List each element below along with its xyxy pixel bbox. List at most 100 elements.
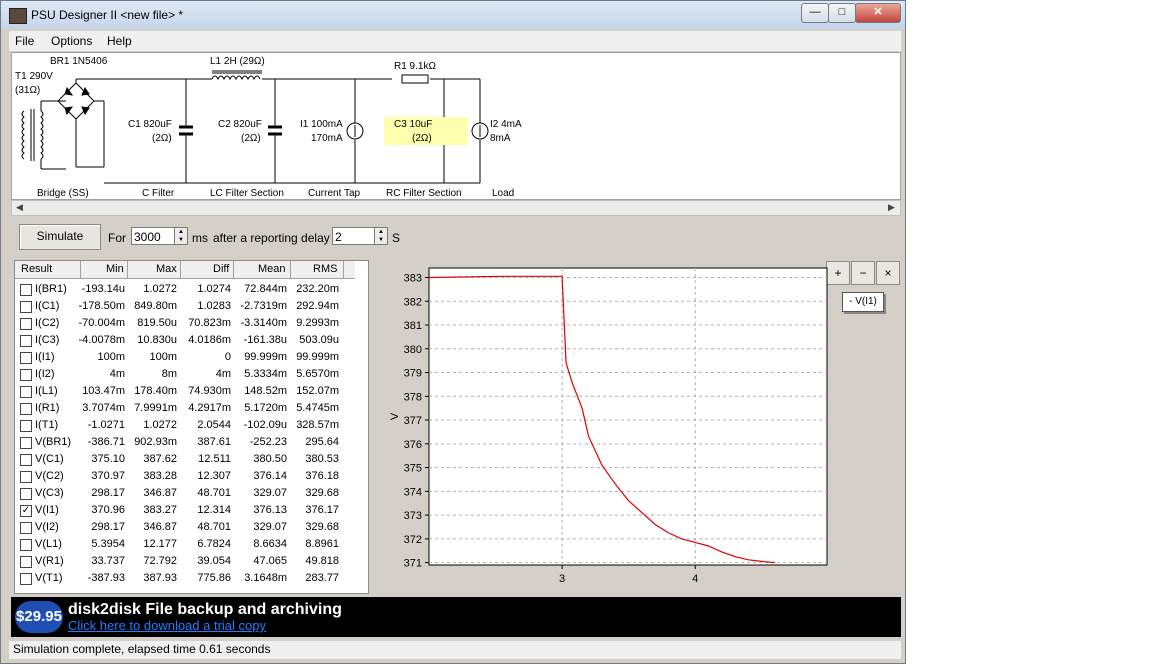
table-row[interactable]: I(T1) -1.0271 1.0272 2.0544 -102.09u 328.57m (15, 417, 355, 434)
y-tick-label: 376 (404, 439, 422, 451)
cell-min: 103.47m (82, 385, 125, 397)
app-icon (9, 8, 27, 24)
cell-mean: 329.07 (253, 521, 287, 533)
result-checkbox[interactable] (20, 488, 32, 500)
cell-max: 7.9991m (134, 402, 177, 414)
cell-rms: 9.2993m (296, 317, 339, 329)
table-row[interactable]: V(I2) 298.17 346.87 48.701 329.07 329.68 (15, 519, 355, 536)
menu-file[interactable]: File (15, 34, 34, 48)
cell-min: -387.93 (87, 572, 125, 584)
result-checkbox[interactable] (20, 335, 32, 347)
result-checkbox[interactable] (20, 301, 32, 313)
result-checkbox[interactable] (20, 403, 32, 415)
result-checkbox[interactable] (20, 522, 32, 534)
y-tick-label: 372 (404, 534, 422, 546)
result-checkbox[interactable] (20, 556, 32, 568)
result-checkbox[interactable] (20, 437, 32, 449)
table-row[interactable]: I(I1) 100m 100m 0 99.999m 99.999m (15, 349, 355, 366)
result-name: V(BR1) (35, 436, 72, 448)
voltage-chart[interactable]: 371 372 373 374 375 376 377 378 379 380 381 382 383 3… (372, 260, 842, 594)
i2-label: I2 4mA (490, 119, 522, 130)
table-row[interactable]: I(L1) 103.47m 178.40m 74.930m 148.52m 152.07m (15, 383, 355, 400)
table-row[interactable]: I(BR1) -193.14u 1.0272 1.0274 72.844m 232.20m (15, 281, 355, 298)
table-row[interactable]: V(BR1) -386.71 902.93m 387.61 -252.23 295.64 (15, 434, 355, 451)
ms-label: ms (192, 231, 208, 245)
header-diff[interactable]: Diff (213, 263, 229, 275)
table-row[interactable]: V(C2) 370.97 383.28 12.307 376.14 376.18 (15, 468, 355, 485)
table-row[interactable]: V(R1) 33.737 72.792 39.054 47.065 49.818 (15, 553, 355, 570)
table-row[interactable]: ✓ V(I1) 370.96 383.27 12.314 376.13 376.17 (15, 502, 355, 519)
i1-b-label: 170mA (311, 133, 343, 144)
banner-link[interactable]: Click here to download a trial copy (68, 618, 266, 633)
window-title: PSU Designer II <new file> * (31, 8, 184, 22)
table-row[interactable]: I(I2) 4m 8m 4m 5.3334m 5.6570m (15, 366, 355, 383)
close-button[interactable]: ✕ (855, 3, 901, 23)
minimize-button[interactable]: — (801, 3, 829, 23)
cell-mean: -161.38u (243, 334, 287, 346)
resistor-symbol (401, 74, 429, 84)
simulate-button[interactable]: Simulate (19, 224, 101, 250)
menu-help[interactable]: Help (107, 34, 132, 48)
cell-mean: 376.13 (253, 504, 287, 516)
result-checkbox[interactable] (20, 318, 32, 330)
result-checkbox[interactable] (20, 284, 32, 296)
duration-input[interactable]: 3000 (131, 227, 177, 245)
section-lc-filter: LC Filter Section (210, 188, 284, 199)
cell-mean: 376.14 (253, 470, 287, 482)
result-name: I(L1) (35, 385, 58, 397)
header-result[interactable]: Result (21, 263, 52, 275)
table-row[interactable]: I(C2) -70.004m 819.50u 70.823m -3.3140m 9.299… (15, 315, 355, 332)
table-row[interactable]: I(R1) 3.7074m 7.9991m 4.2917m 5.1720m 5.4745m (15, 400, 355, 417)
delay-input[interactable]: 2 (332, 227, 378, 245)
result-name: I(I1) (35, 351, 55, 363)
cell-min: 298.17 (91, 521, 125, 533)
header-min[interactable]: Min (106, 263, 124, 275)
cell-rms: 503.09u (299, 334, 339, 346)
cell-rms: 329.68 (305, 487, 339, 499)
header-max[interactable]: Max (156, 263, 177, 275)
ad-banner[interactable]: $29.95 disk2disk File backup and archivi… (11, 597, 901, 637)
table-row[interactable]: I(C3) -4.0078m 10.830u 4.0186m -161.38u 503.0… (15, 332, 355, 349)
cell-mean: -252.23 (249, 436, 287, 448)
price-badge: $29.95 (15, 601, 63, 633)
result-checkbox[interactable] (20, 454, 32, 466)
c2-label: C2 820uF (218, 119, 262, 130)
table-row[interactable]: V(L1) 5.3954 12.177 6.7824 8.6634 8.8961 (15, 536, 355, 553)
cell-diff: 48.701 (197, 487, 231, 499)
table-row[interactable]: V(C1) 375.10 387.62 12.511 380.50 380.53 (15, 451, 355, 468)
scroll-right-icon[interactable]: ▶ (888, 202, 895, 213)
cell-min: 5.3954 (91, 538, 125, 550)
t1-label: T1 290V (15, 71, 53, 82)
duration-spinner[interactable]: ▲ ▼ (174, 227, 188, 245)
result-checkbox[interactable]: ✓ (20, 505, 32, 517)
table-row[interactable]: V(T1) -387.93 387.93 775.86 3.1648m 283.77 (15, 570, 355, 587)
header-mean[interactable]: Mean (258, 263, 286, 275)
cell-max: 72.792 (143, 555, 177, 567)
table-row[interactable]: I(C1) -178.50m 849.80m 1.0283 -2.7319m 292.94… (15, 298, 355, 315)
results-header: Result Min Max Diff Mean RMS (15, 261, 355, 279)
scroll-left-icon[interactable]: ◀ (16, 202, 23, 213)
delay-spinner[interactable]: ▲ ▼ (374, 227, 388, 245)
table-row[interactable]: V(C3) 298.17 346.87 48.701 329.07 329.68 (15, 485, 355, 502)
result-checkbox[interactable] (20, 573, 32, 585)
cell-rms: 328.57m (296, 419, 339, 431)
menu-options[interactable]: Options (51, 34, 92, 48)
section-rc-filter: RC Filter Section (386, 188, 462, 199)
cell-min: 298.17 (91, 487, 125, 499)
result-checkbox[interactable] (20, 386, 32, 398)
maximize-button[interactable]: □ (828, 3, 856, 23)
result-checkbox[interactable] (20, 539, 32, 551)
result-checkbox[interactable] (20, 471, 32, 483)
header-rms[interactable]: RMS (313, 263, 337, 275)
schematic-canvas[interactable]: BR1 1N5406 T1 290V (31Ω) L1 2H (29Ω) R1 … (11, 52, 901, 200)
schematic-scrollbar[interactable]: ◀ ▶ (11, 200, 901, 216)
simulation-controls: Simulate For 3000 ▲ ▼ ms after a reportin… (11, 219, 901, 257)
result-checkbox[interactable] (20, 352, 32, 364)
zoom-out-icon[interactable]: − (851, 261, 875, 285)
cell-diff: 4.2917m (188, 402, 231, 414)
y-tick-label: 383 (404, 273, 422, 285)
zoom-reset-icon[interactable]: × (876, 261, 900, 285)
result-checkbox[interactable] (20, 369, 32, 381)
result-checkbox[interactable] (20, 420, 32, 432)
delay-label: after a reporting delay of (213, 231, 344, 245)
